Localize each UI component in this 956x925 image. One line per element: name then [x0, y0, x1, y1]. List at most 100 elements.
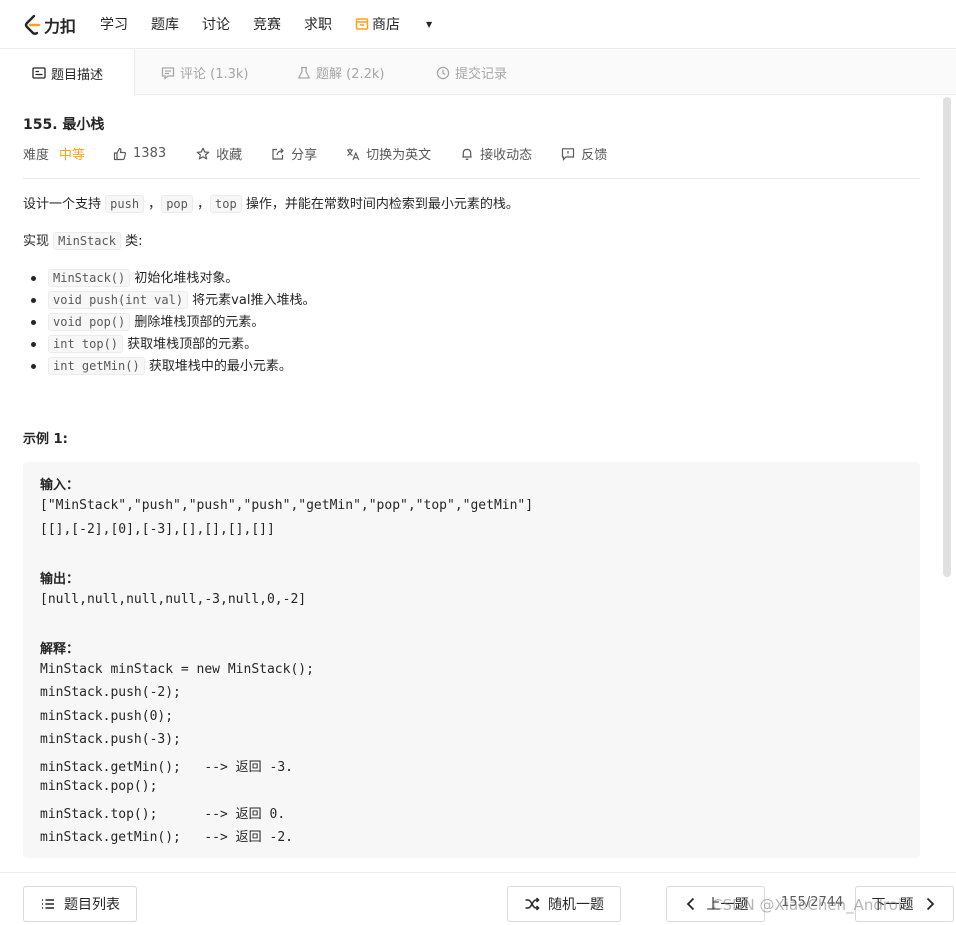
output-label: 输出： [40, 572, 80, 587]
difficulty-label: 难度 [23, 148, 50, 163]
like-button[interactable]: 1383 [113, 146, 166, 161]
comment-icon [161, 66, 175, 80]
desc-text: 实现 [23, 234, 54, 249]
explain-line: minStack.getMin(); --> 返回 -3. [40, 760, 293, 775]
explain-line: minStack.getMin(); --> 返回 -2. [40, 830, 293, 845]
desc-text: ， [192, 197, 211, 212]
share-button[interactable]: 分享 [271, 144, 317, 163]
nav-link-problemset[interactable]: 题库 [151, 14, 179, 34]
store-label: 商店 [372, 17, 400, 33]
input-line-1: ["MinStack","push","push","push","getMin… [40, 498, 534, 513]
leetcode-logo[interactable]: 力扣 [22, 13, 76, 37]
list-item: void push(int val) 将元素val推入堆栈。 [30, 289, 316, 311]
tab-solutions-label: 题解 (2.2k) [316, 67, 385, 82]
inline-code: push [105, 195, 145, 213]
tab-comments[interactable]: 评论 (1.3k) [161, 50, 248, 95]
problem-meta: 难度 中等 1383 收藏 分享 切换为英文 接收动态 反馈 [23, 144, 607, 163]
difficulty-badge: 中等 [59, 148, 86, 163]
input-label: 输入： [40, 478, 80, 493]
chevron-left-icon [686, 897, 694, 911]
list-icon [42, 899, 54, 909]
nav-link-jobs[interactable]: 求职 [304, 14, 332, 34]
explain-line: MinStack minStack = new MinStack(); [40, 662, 314, 677]
favorite-button[interactable]: 收藏 [196, 144, 242, 163]
explain-line: minStack.pop(); [40, 779, 158, 794]
list-item: int top() 获取堆栈顶部的元素。 [30, 333, 315, 355]
explain-line: minStack.push(0); [40, 709, 174, 724]
random-problem-button[interactable]: 随机一题 [507, 886, 621, 922]
feedback-button[interactable]: 反馈 [561, 144, 607, 163]
feedback-icon [562, 147, 575, 161]
content-scrollbar[interactable] [943, 97, 951, 577]
example-code-block: 输入： ["MinStack","push","push","push","ge… [23, 462, 920, 858]
tab-solutions[interactable]: 题解 (2.2k) [297, 50, 384, 95]
meta-divider [23, 178, 920, 179]
random-problem-label: 随机一题 [548, 897, 604, 913]
inline-code: void pop() [48, 313, 131, 331]
switch-language-button[interactable]: 切换为英文 [346, 144, 431, 163]
description-icon [32, 67, 46, 79]
inline-code: top [210, 195, 242, 213]
share-label: 分享 [291, 148, 318, 163]
top-navbar: 力扣 学习 题库 讨论 竞赛 求职 商店 ▼ [0, 0, 956, 49]
problem-list-button[interactable]: 题目列表 [23, 886, 137, 922]
desc-text: 操作，并能在常数时间内检索到最小元素的栈。 [241, 197, 519, 212]
logo-text: 力扣 [44, 17, 77, 36]
problem-title: 155. 最小栈 [23, 117, 105, 133]
explain-line: minStack.push(-2); [40, 685, 181, 700]
output-line: [null,null,null,null,-3,null,0,-2] [40, 592, 307, 607]
switch-language-label: 切换为英文 [366, 148, 432, 163]
nav-link-discuss[interactable]: 讨论 [202, 14, 230, 34]
flask-icon [298, 66, 310, 79]
description-line-2: 实现 MinStack 类: [23, 231, 142, 252]
inline-code: MinStack [53, 232, 121, 250]
share-icon [272, 147, 284, 160]
tab-submissions[interactable]: 提交记录 [436, 50, 507, 95]
inline-code: void push(int val) [48, 291, 189, 309]
desc-text: 设计一个支持 [23, 197, 106, 212]
desc-text: ， [144, 197, 162, 212]
desc-text: 类: [120, 234, 143, 249]
method-desc: 将元素val推入堆栈。 [188, 293, 316, 308]
inline-code: pop [161, 195, 193, 213]
nav-link-contest[interactable]: 竞赛 [253, 14, 281, 34]
explain-label: 解释： [40, 642, 80, 657]
inline-code: MinStack() [48, 269, 131, 287]
input-line-2: [[],[-2],[0],[-3],[],[],[],[]] [40, 522, 275, 537]
method-list: MinStack() 初始化堆栈对象。 void push(int val) 将… [30, 267, 316, 377]
list-item: void pop() 删除堆栈顶部的元素。 [30, 311, 315, 333]
example-title: 示例 1: [23, 432, 68, 447]
chevron-right-icon [926, 897, 934, 911]
shuffle-icon [525, 897, 540, 911]
subscribe-label: 接收动态 [480, 148, 533, 163]
store-icon [355, 18, 369, 30]
problem-tabbar: 题目描述 评论 (1.3k) 题解 (2.2k) 提交记录 [0, 50, 956, 96]
nav-link-store[interactable]: 商店 ▼ [355, 14, 455, 34]
favorite-label: 收藏 [216, 148, 243, 163]
clock-icon [436, 66, 450, 79]
list-item: MinStack() 初始化堆栈对象。 [30, 267, 315, 289]
method-desc: 获取堆栈中的最小元素。 [144, 359, 292, 374]
thumbs-up-icon [113, 147, 127, 160]
chevron-down-icon: ▼ [426, 19, 433, 29]
description-line-1: 设计一个支持 push ， pop ， top 操作，并能在常数时间内检索到最小元素… [23, 194, 519, 215]
nav-link-learn[interactable]: 学习 [100, 14, 128, 34]
subscribe-button[interactable]: 接收动态 [460, 144, 532, 163]
feedback-label: 反馈 [581, 148, 608, 163]
csdn-watermark: CSDN @XiaoChen_Android [712, 896, 912, 914]
method-desc: 删除堆栈顶部的元素。 [130, 315, 265, 330]
method-desc: 获取堆栈顶部的元素。 [123, 337, 258, 352]
inline-code: int top() [48, 335, 124, 353]
explain-line: minStack.push(-3); [40, 732, 181, 747]
problem-list-label: 题目列表 [64, 897, 120, 913]
tab-comments-label: 评论 (1.3k) [180, 67, 249, 82]
list-item: int getMin() 获取堆栈中的最小元素。 [30, 355, 315, 377]
tab-description-label: 题目描述 [51, 67, 104, 83]
inline-code: int getMin() [48, 357, 145, 375]
tab-description[interactable]: 题目描述 [0, 50, 135, 96]
bell-icon [462, 148, 472, 160]
method-desc: 初始化堆栈对象。 [130, 271, 239, 286]
like-count: 1383 [133, 146, 167, 161]
translate-icon [347, 148, 360, 160]
explain-line: minStack.top(); --> 返回 0. [40, 807, 286, 822]
